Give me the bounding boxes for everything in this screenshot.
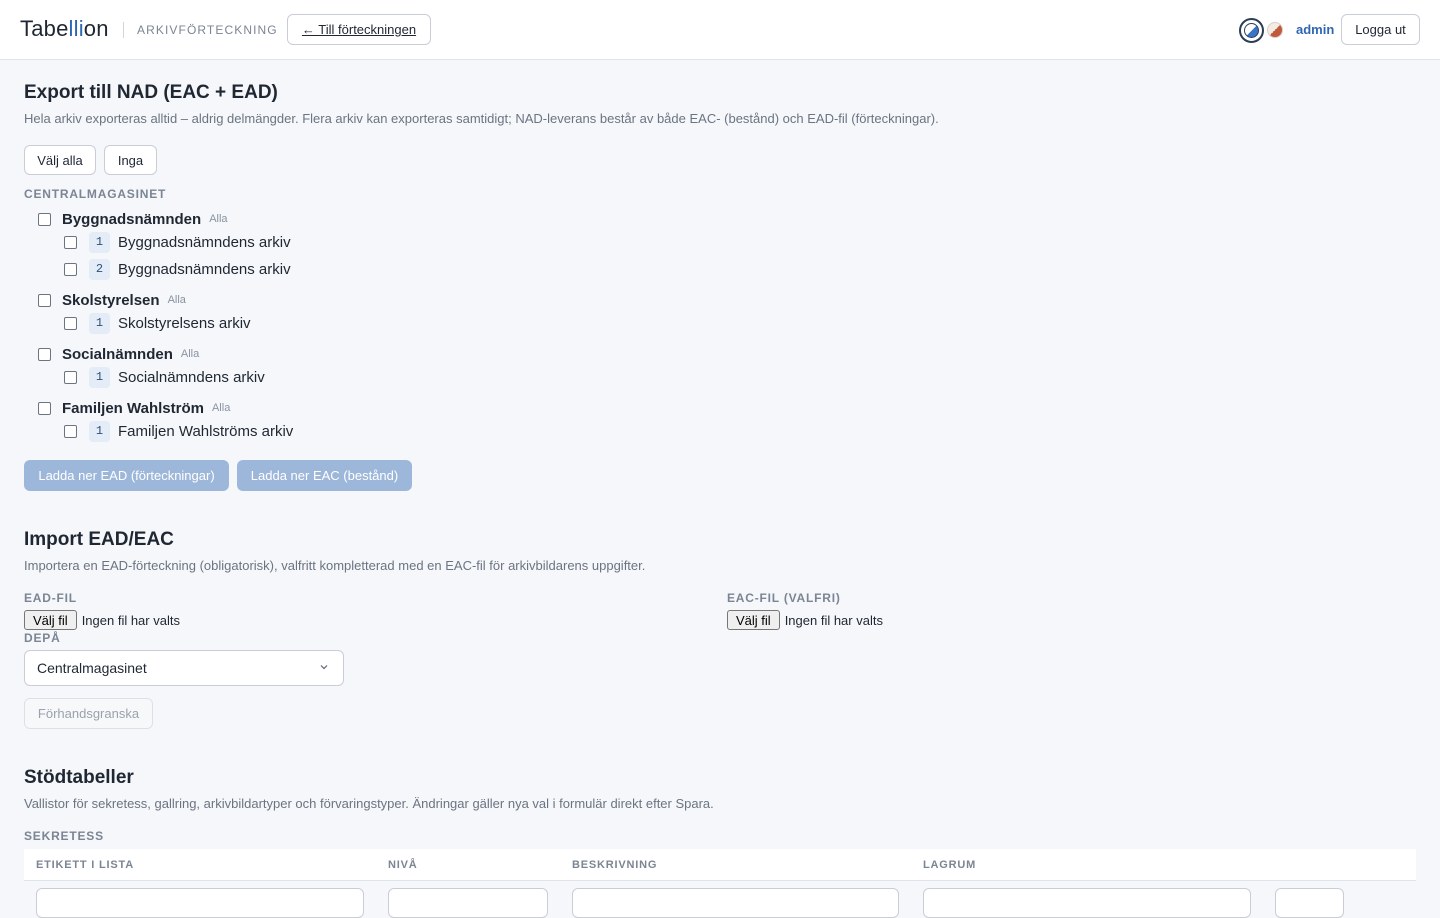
ead-file-label: EAD-FIL <box>24 591 77 605</box>
select-all-button[interactable]: Välj alla <box>24 145 96 175</box>
section-name: ARKIVFÖRTECKNING <box>137 23 278 37</box>
column-header-label: ETIKETT I LISTA <box>36 859 134 871</box>
archive-row: 1 Skolstyrelsens arkiv <box>64 312 251 334</box>
archive-checkbox[interactable] <box>64 370 77 384</box>
column-header-legal-ref: LAGRUM <box>923 859 977 871</box>
header-divider <box>123 22 124 38</box>
theme-warm-icon[interactable] <box>1267 22 1283 38</box>
logo-text-accent: lli <box>68 16 84 41</box>
preview-button[interactable]: Förhandsgranska <box>24 698 153 729</box>
import-title: Import EAD/EAC <box>24 529 174 550</box>
select-none-button[interactable]: Inga <box>104 145 157 175</box>
group-checkbox[interactable] <box>38 293 51 307</box>
archive-row: 2 Byggnadsnämndens arkiv <box>64 258 291 280</box>
row-action-button[interactable] <box>1275 888 1344 918</box>
archive-name: Skolstyrelsens arkiv <box>118 314 251 332</box>
description-input[interactable] <box>572 888 899 918</box>
support-tables-description: Vallistor för sekretess, gallring, arkiv… <box>24 796 714 811</box>
archive-number-badge: 1 <box>89 366 110 388</box>
group-row: Skolstyrelsen Alla <box>38 290 186 310</box>
select-all-in-group-link[interactable]: Alla <box>209 213 227 225</box>
archive-checkbox[interactable] <box>64 235 77 249</box>
column-header-level: NIVÅ <box>388 859 418 871</box>
archive-name: Socialnämndens arkiv <box>118 368 265 386</box>
archive-row: 1 Socialnämndens arkiv <box>64 366 265 388</box>
archive-number-badge: 1 <box>89 312 110 334</box>
depot-select-value: Centralmagasinet <box>37 660 147 676</box>
group-row: Byggnadsnämnden Alla <box>38 209 228 229</box>
select-all-in-group-link[interactable]: Alla <box>168 294 186 306</box>
eac-file-label: EAC-FIL (VALFRI) <box>727 591 841 605</box>
logo-text-end: on <box>83 16 109 41</box>
depot-select[interactable]: Centralmagasinet <box>24 650 344 686</box>
export-title: Export till NAD (EAC + EAD) <box>24 82 278 103</box>
group-checkbox[interactable] <box>38 401 51 415</box>
group-name: Byggnadsnämnden <box>62 210 202 228</box>
export-description: Hela arkiv exporteras alltid – aldrig de… <box>24 111 939 126</box>
group-row: Socialnämnden Alla <box>38 344 199 364</box>
archive-number-badge: 1 <box>89 420 110 442</box>
archive-row: 1 Byggnadsnämndens arkiv <box>64 231 291 253</box>
back-to-catalogue-button[interactable]: ← Till förteckningen <box>287 14 431 45</box>
secrecy-table-header: ETIKETT I LISTA NIVÅ BESKRIVNING LAGRUM <box>24 849 1416 881</box>
level-input[interactable] <box>388 888 548 918</box>
group-name: Skolstyrelsen <box>62 291 160 309</box>
archive-number-badge: 2 <box>89 258 110 280</box>
archive-checkbox[interactable] <box>64 424 77 438</box>
label-input[interactable] <box>36 888 364 918</box>
chevron-down-icon <box>320 665 328 670</box>
archive-row: 1 Familjen Wahlströms arkiv <box>64 420 293 442</box>
theme-blue-icon[interactable] <box>1239 18 1264 43</box>
group-name: Familjen Wahlström <box>62 399 204 417</box>
group-checkbox[interactable] <box>38 347 51 361</box>
download-eac-button[interactable]: Ladda ner EAC (bestånd) <box>237 460 412 491</box>
legal-ref-input[interactable] <box>923 888 1251 918</box>
secrecy-heading: SEKRETESS <box>24 829 104 843</box>
archive-name: Familjen Wahlströms arkiv <box>118 422 294 440</box>
archive-checkbox[interactable] <box>64 262 77 276</box>
eac-file-input: Välj fil Ingen fil har valts <box>727 610 883 630</box>
eac-file-status: Ingen fil har valts <box>784 612 883 628</box>
depot-heading: CENTRALMAGASINET <box>24 187 167 201</box>
group-name: Socialnämnden <box>62 345 173 363</box>
eac-choose-file-button[interactable]: Välj fil <box>727 610 780 630</box>
ead-file-status: Ingen fil har valts <box>81 612 180 628</box>
archive-number-badge: 1 <box>89 231 110 253</box>
import-description: Importera en EAD-förteckning (obligatori… <box>24 558 646 573</box>
logout-button[interactable]: Logga ut <box>1341 14 1420 45</box>
group-checkbox[interactable] <box>38 212 51 226</box>
archive-name: Byggnadsnämndens arkiv <box>118 233 291 251</box>
top-bar: Tabellion ARKIVFÖRTECKNING ← Till förtec… <box>0 0 1440 60</box>
select-all-in-group-link[interactable]: Alla <box>212 402 230 414</box>
archive-name: Byggnadsnämndens arkiv <box>118 260 291 278</box>
user-name[interactable]: admin <box>1296 22 1334 37</box>
ead-choose-file-button[interactable]: Välj fil <box>24 610 77 630</box>
archive-checkbox[interactable] <box>64 316 77 330</box>
app-logo[interactable]: Tabellion <box>20 16 109 42</box>
column-header-description: BESKRIVNING <box>572 859 658 871</box>
download-ead-button[interactable]: Ladda ner EAD (förteckningar) <box>24 460 229 491</box>
logo-text-start: Tabe <box>20 16 69 41</box>
select-all-in-group-link[interactable]: Alla <box>181 348 199 360</box>
depot-label: DEPÅ <box>24 631 61 645</box>
theme-blue-swatch <box>1244 23 1259 38</box>
ead-file-input: Välj fil Ingen fil har valts <box>24 610 180 630</box>
group-row: Familjen Wahlström Alla <box>38 398 230 418</box>
support-tables-title: Stödtabeller <box>24 767 134 788</box>
